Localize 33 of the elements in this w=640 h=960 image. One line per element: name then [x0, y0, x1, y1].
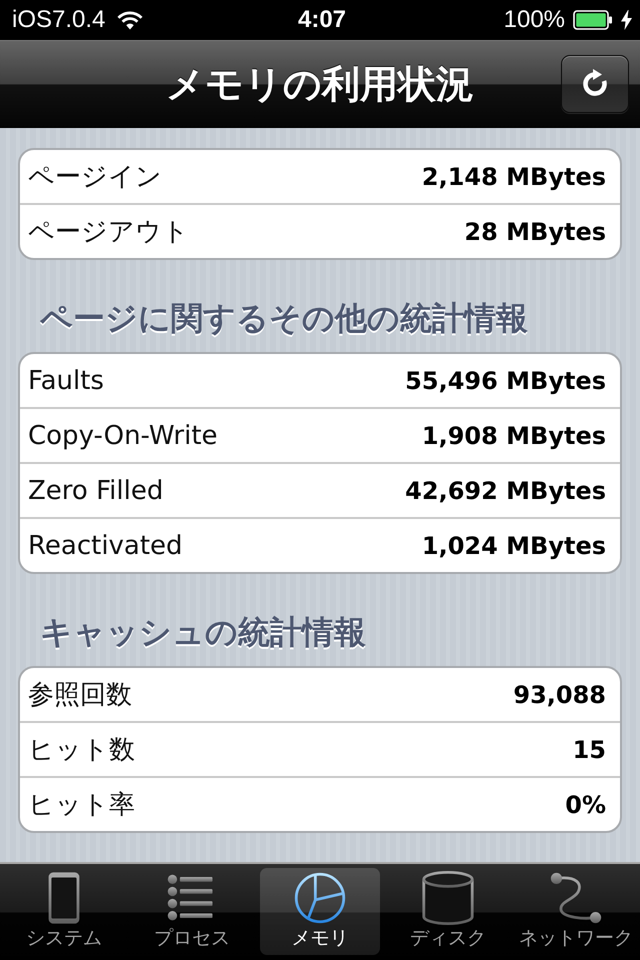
battery-percent: 100% [504, 6, 566, 34]
refresh-icon [580, 69, 610, 99]
row-label: ヒット数 [28, 734, 135, 767]
battery-icon [573, 10, 614, 30]
tab-bar-item[interactable]: システム [4, 868, 124, 955]
row-label: ページイン [28, 161, 162, 194]
screen-title: メモリの利用状況 [165, 60, 475, 108]
row-value: 0% [565, 790, 606, 818]
row-label: Faults [28, 366, 104, 396]
section-header: ページに関するその他の統計情報 [39, 298, 529, 339]
wifi-icon [117, 10, 144, 30]
row-label: ヒット率 [28, 789, 135, 822]
row-value: 2,148 MBytes [422, 162, 606, 190]
row-label: ページアウト [28, 216, 189, 249]
row-label: Copy-On-Write [28, 420, 218, 450]
tab-bar-item[interactable]: プロセス [132, 868, 252, 955]
tab-bar-item[interactable]: ディスク [388, 868, 508, 955]
row-value: 1,908 MBytes [422, 422, 606, 450]
tab-bar-item[interactable]: ネットワーク [516, 868, 636, 955]
clock-time: 4:07 [298, 6, 346, 34]
row-label: Reactivated [28, 530, 183, 560]
row-value: 28 MBytes [464, 218, 606, 246]
row-value: 15 [572, 736, 606, 764]
carrier-text: iOS7.0.4 [12, 6, 106, 34]
row-label: Zero Filled [28, 476, 164, 506]
row-value: 93,088 [513, 680, 606, 708]
row-value: 1,024 MBytes [422, 532, 606, 560]
tab-bar-item[interactable]: メモリ [260, 868, 380, 955]
section-header: キャッシュの統計情報 [39, 612, 367, 653]
row-value: 55,496 MBytes [405, 366, 606, 394]
row-value: 42,692 MBytes [405, 476, 606, 504]
row-label: 参照回数 [28, 679, 132, 712]
refresh-button[interactable] [561, 55, 629, 113]
